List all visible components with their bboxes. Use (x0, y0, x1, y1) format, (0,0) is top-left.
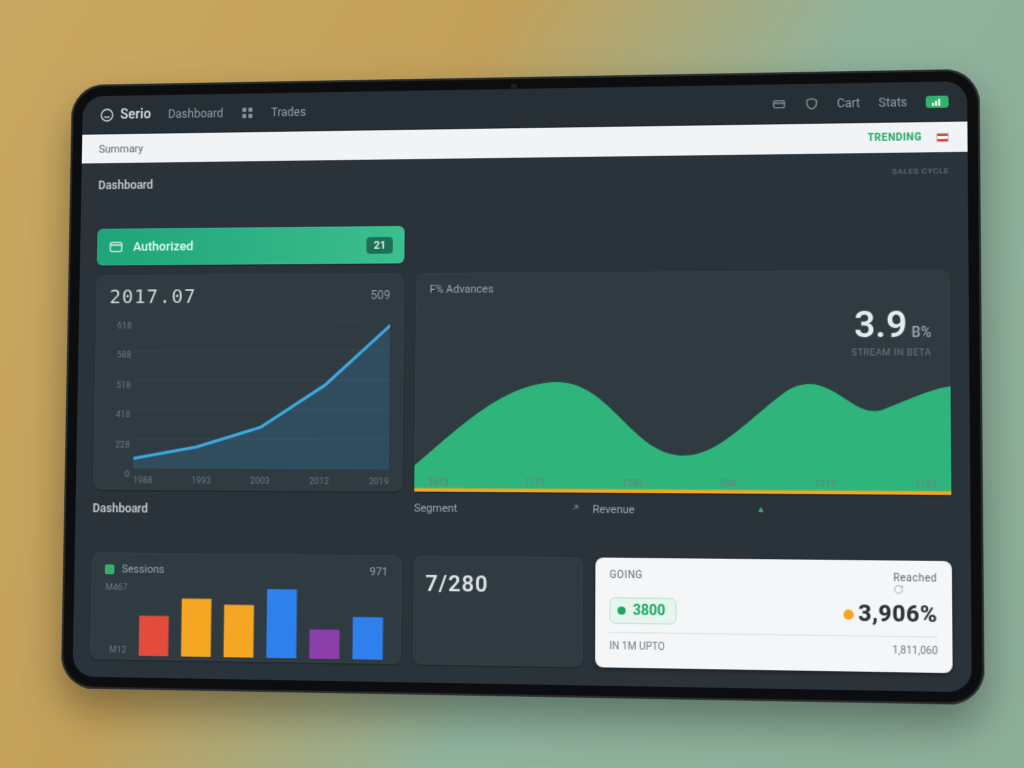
row-charts: 2017.07 509 618 588 518 418 228 0 (93, 270, 951, 495)
status-pill (926, 95, 949, 107)
area-title: F% Advances (430, 283, 494, 296)
mini-card-segment[interactable]: 7/280 (413, 556, 584, 667)
nav-stats[interactable]: Stats (879, 95, 908, 110)
line-stat-sub: 509 (371, 288, 391, 302)
bar-y-ticks: M467 M12 (100, 583, 128, 656)
app-screen: Serio Dashboard Trades Cart Stats Summar… (72, 81, 971, 692)
card-icon (108, 239, 123, 255)
wc-head-a: GOING (609, 570, 642, 592)
grid-icon (240, 106, 254, 120)
logo-icon (99, 107, 114, 123)
area-chart-card: F% Advances 3.9 B% STREAM IN BETA (414, 270, 951, 495)
section-title-1: Dashboard (98, 175, 405, 192)
wc-foot-b: 1,811,060 (892, 645, 938, 657)
legend-chip-icon (105, 564, 115, 574)
subbar-label[interactable]: Summary (99, 142, 143, 155)
bar-chart-card: Sessions 971 M467 M12 (90, 552, 402, 664)
tablet-device: Serio Dashboard Trades Cart Stats Summar… (61, 69, 985, 705)
row-bottom: Sessions 971 M467 M12 (90, 552, 953, 673)
refresh-icon[interactable] (893, 584, 904, 594)
area-plot (414, 369, 951, 495)
flag-icon[interactable] (936, 132, 949, 141)
mini2-title: Revenue (593, 503, 635, 516)
bar-legend: Sessions (105, 562, 165, 575)
badge-label: Authorized (133, 239, 193, 254)
line-y-ticks: 618 588 518 418 228 0 (103, 322, 132, 480)
nav-trades[interactable]: Trades (271, 105, 306, 119)
row-section2-head: Dashboard Segment Revenue ▲ (92, 499, 952, 550)
wc-foot-a: IN 1M UPTO (609, 641, 665, 653)
authorized-badge[interactable]: Authorized 21 (97, 226, 405, 266)
brand[interactable]: Serio (99, 106, 151, 122)
bar-value: 971 (370, 565, 388, 578)
bar-plot (130, 583, 388, 659)
shield-icon[interactable] (804, 96, 818, 110)
nav-cart[interactable]: Cart (837, 96, 860, 110)
card-icon[interactable] (772, 97, 786, 111)
line-chart-card: 2017.07 509 618 588 518 418 228 0 (93, 273, 404, 491)
mini2-change: ▲ (756, 504, 765, 515)
wc-big: 3,906% (844, 601, 938, 628)
wc-pill: 3800 (609, 597, 676, 624)
divider (609, 632, 937, 638)
side-label: SALES CYCLE (892, 166, 949, 176)
coin-icon (844, 609, 854, 619)
row-badge: Authorized 21 (97, 221, 950, 266)
nav-dashboard[interactable]: Dashboard (168, 106, 223, 120)
area-subnote: STREAM IN BETA (851, 348, 931, 358)
trending-tag[interactable]: TRENDING (868, 132, 922, 144)
section-title-2: Dashboard (92, 501, 402, 517)
content: Dashboard SALES CYCLE Authorized 21 (72, 152, 971, 692)
line-stat-main: 2017.07 (109, 284, 196, 308)
wc-head-b: Reached (893, 573, 937, 595)
mini1-value: 7/280 (413, 568, 583, 611)
badge-value: 21 (367, 236, 393, 253)
line-plot (133, 321, 390, 470)
area-big-value: 3.9 B% (854, 303, 932, 346)
expand-icon[interactable] (570, 503, 580, 513)
brand-name: Serio (120, 106, 151, 122)
line-x-ticks: 1988 1993 2003 2012 2019 (133, 476, 389, 487)
revenue-card[interactable]: GOING Reached 3800 3,906% (595, 557, 953, 673)
mini1-title: Segment (414, 502, 457, 515)
